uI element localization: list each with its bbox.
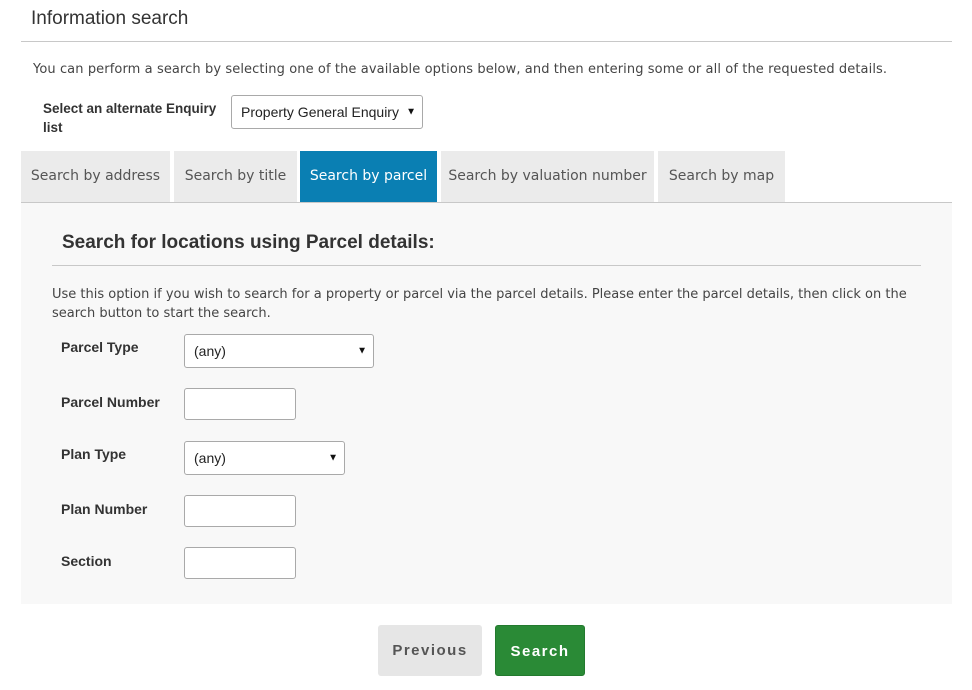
enquiry-list-value: Property General Enquiry	[241, 104, 399, 120]
intro-text: You can perform a search by selecting on…	[33, 62, 888, 77]
panel-title: Search for locations using Parcel detail…	[62, 232, 435, 253]
title-divider	[21, 41, 952, 42]
caret-down-icon: ▼	[357, 345, 367, 357]
section-input[interactable]	[184, 547, 296, 579]
parcel-search-panel: Search for locations using Parcel detail…	[21, 203, 952, 604]
search-button[interactable]: Search	[495, 625, 585, 676]
enquiry-list-select[interactable]: Property General Enquiry ▼	[231, 95, 423, 129]
plan-number-label: Plan Number	[61, 501, 148, 517]
plan-type-value: (any)	[194, 450, 226, 466]
panel-description: Use this option if you wish to search fo…	[52, 287, 907, 321]
previous-button[interactable]: Previous	[378, 625, 482, 676]
plan-type-select[interactable]: (any) ▼	[184, 441, 345, 475]
tab-search-by-valuation-number[interactable]: Search by valuation number	[441, 151, 654, 202]
plan-number-input[interactable]	[184, 495, 296, 527]
tab-search-by-map[interactable]: Search by map	[658, 151, 785, 202]
parcel-type-value: (any)	[194, 343, 226, 359]
parcel-number-input[interactable]	[184, 388, 296, 420]
parcel-type-label: Parcel Type	[61, 339, 139, 355]
caret-down-icon: ▼	[328, 452, 338, 464]
parcel-number-label: Parcel Number	[61, 394, 160, 410]
enquiry-list-label: Select an alternate Enquiry list	[43, 101, 217, 135]
panel-divider	[52, 265, 921, 266]
caret-down-icon: ▼	[406, 106, 416, 118]
tab-search-by-title[interactable]: Search by title	[174, 151, 297, 202]
tab-search-by-parcel[interactable]: Search by parcel	[300, 151, 437, 202]
parcel-type-select[interactable]: (any) ▼	[184, 334, 374, 368]
section-label: Section	[61, 553, 112, 569]
plan-type-label: Plan Type	[61, 446, 127, 462]
tab-search-by-address[interactable]: Search by address	[21, 151, 170, 202]
page-title: Information search	[31, 8, 189, 29]
